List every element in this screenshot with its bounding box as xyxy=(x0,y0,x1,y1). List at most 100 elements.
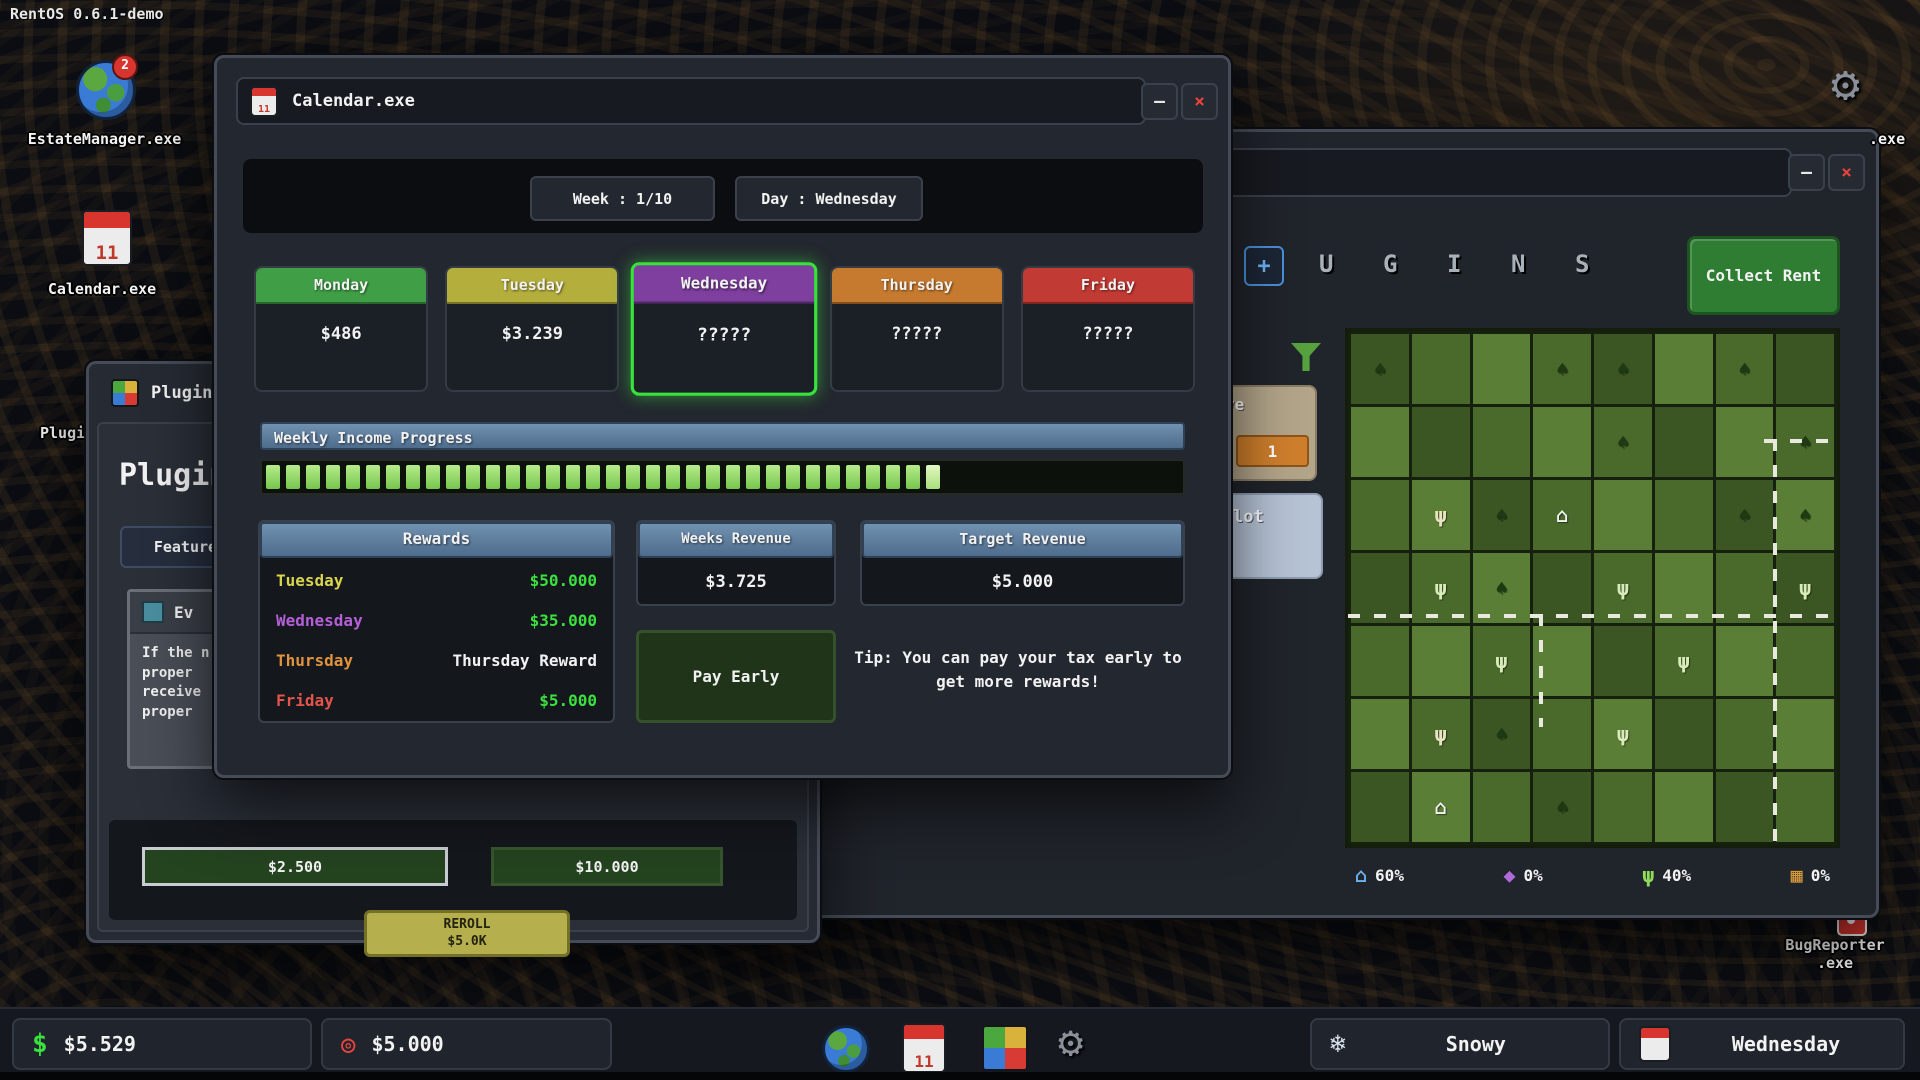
money-panel[interactable]: $ $5.529 xyxy=(12,1018,312,1070)
map-parcel[interactable] xyxy=(1776,334,1834,404)
map-parcel[interactable]: ⌂ xyxy=(1412,772,1470,842)
map-parcel[interactable]: ♠ xyxy=(1594,407,1652,477)
item-count-button[interactable]: 1 xyxy=(1236,435,1309,467)
pay-early-button[interactable]: Pay Early xyxy=(636,630,836,723)
map-parcel[interactable] xyxy=(1655,480,1713,550)
map-parcel[interactable] xyxy=(1594,626,1652,696)
map-parcel[interactable]: ♠ xyxy=(1776,480,1834,550)
map-parcel[interactable] xyxy=(1594,480,1652,550)
day-indicator-button[interactable]: Day : Wednesday xyxy=(735,176,923,221)
map-parcel[interactable] xyxy=(1351,626,1409,696)
taskbar-estate-manager-icon[interactable] xyxy=(822,1025,870,1073)
map-parcel[interactable]: ♠ xyxy=(1351,334,1409,404)
map-parcel[interactable] xyxy=(1473,772,1531,842)
map-parcel[interactable] xyxy=(1655,772,1713,842)
settings-desktop-icon[interactable]: ⚙ xyxy=(1831,56,1860,112)
map-parcel[interactable] xyxy=(1716,553,1774,623)
notification-badge: 2 xyxy=(112,54,138,80)
map-parcel[interactable]: ♠ xyxy=(1716,334,1774,404)
plugins-header-fragment: UGINS xyxy=(1319,250,1639,278)
map-parcel[interactable]: ♠ xyxy=(1473,699,1531,769)
map-parcel[interactable]: ψ xyxy=(1412,553,1470,623)
map-parcel[interactable] xyxy=(1776,699,1834,769)
map-parcel[interactable] xyxy=(1716,626,1774,696)
taskbar-settings-icon[interactable]: ⚙ xyxy=(1058,1017,1083,1066)
buy-plugin-button-right[interactable]: $10.000 xyxy=(491,847,723,886)
map-parcel[interactable] xyxy=(1473,407,1531,477)
map-parcel[interactable]: ♠ xyxy=(1533,334,1591,404)
map-parcel[interactable] xyxy=(1473,334,1531,404)
map-parcel[interactable]: ♠ xyxy=(1716,480,1774,550)
map-parcel[interactable]: ψ xyxy=(1594,553,1652,623)
day-card-wednesday[interactable]: Wednesday????? xyxy=(631,262,818,396)
map-parcel[interactable] xyxy=(1655,699,1713,769)
map-parcel[interactable]: ♠ xyxy=(1533,772,1591,842)
reward-value: $5.000 xyxy=(539,691,597,710)
progress-segment xyxy=(466,465,480,489)
calendar-icon-label: Calendar.exe xyxy=(27,280,177,298)
map-parcel[interactable] xyxy=(1776,626,1834,696)
map-stat: ⌂60% xyxy=(1355,863,1404,887)
map-parcel[interactable]: ψ xyxy=(1473,626,1531,696)
buy-plugin-button-left[interactable]: $2.500 xyxy=(142,847,448,886)
rewards-rows: Tuesday$50.000Wednesday$35.000ThursdayTh… xyxy=(260,558,613,720)
map-parcel[interactable] xyxy=(1351,480,1409,550)
tax-panel[interactable]: ◎ $5.000 xyxy=(321,1018,612,1070)
map-parcel[interactable]: ⌂ xyxy=(1533,480,1591,550)
map-parcel[interactable] xyxy=(1533,407,1591,477)
map-parcel[interactable] xyxy=(1655,553,1713,623)
calendar-close-button[interactable]: × xyxy=(1181,83,1218,120)
target-revenue-header: Target Revenue xyxy=(862,522,1183,558)
map-parcel[interactable] xyxy=(1655,407,1713,477)
map-parcel[interactable] xyxy=(1655,334,1713,404)
map-parcel[interactable] xyxy=(1594,772,1652,842)
map-parcel[interactable] xyxy=(1351,699,1409,769)
map-parcel[interactable] xyxy=(1412,334,1470,404)
target-revenue-value: $5.000 xyxy=(862,558,1183,592)
map-parcel[interactable] xyxy=(1412,626,1470,696)
taskbar-plugins-icon[interactable] xyxy=(982,1025,1028,1071)
map-parcel[interactable]: ψ xyxy=(1594,699,1652,769)
day-card-tuesday[interactable]: Tuesday$3.239 xyxy=(445,266,619,392)
estate-minimize-button[interactable]: – xyxy=(1788,154,1825,191)
map-parcel[interactable] xyxy=(1716,772,1774,842)
day-card-friday[interactable]: Friday????? xyxy=(1021,266,1195,392)
week-indicator-button[interactable]: Week : 1/10 xyxy=(530,176,715,221)
filter-funnel-icon[interactable] xyxy=(1291,343,1321,371)
estate-manager-desktop-icon[interactable]: 2 xyxy=(76,60,130,114)
calendar-minimize-button[interactable]: – xyxy=(1141,83,1178,120)
reroll-button[interactable]: REROLL $5.0K xyxy=(364,910,570,957)
sprout-icon: ψ xyxy=(1617,722,1629,746)
day-cards-row: Monday$486Tuesday$3.239Wednesday?????Thu… xyxy=(254,266,1195,392)
map-parcel[interactable]: ♠ xyxy=(1594,334,1652,404)
map-parcel[interactable] xyxy=(1412,407,1470,477)
map-parcel[interactable] xyxy=(1351,772,1409,842)
calendar-window-titlebar[interactable]: 11 Calendar.exe xyxy=(236,77,1146,125)
reroll-label: REROLL xyxy=(367,917,567,934)
collect-rent-button[interactable]: Collect Rent xyxy=(1687,236,1840,315)
plus-icon[interactable]: + xyxy=(1244,246,1284,286)
map-parcel[interactable] xyxy=(1351,407,1409,477)
map-parcel[interactable] xyxy=(1351,553,1409,623)
map-parcel[interactable]: ψ xyxy=(1412,699,1470,769)
map-parcel[interactable] xyxy=(1533,553,1591,623)
map-parcel[interactable]: ψ xyxy=(1412,480,1470,550)
map-parcel[interactable] xyxy=(1716,699,1774,769)
progress-segment xyxy=(286,465,300,489)
map-parcel[interactable]: ♠ xyxy=(1473,480,1531,550)
estate-close-button[interactable]: × xyxy=(1828,154,1865,191)
map-parcel[interactable]: ♠ xyxy=(1473,553,1531,623)
money-value: $5.529 xyxy=(64,1032,136,1056)
weather-panel[interactable]: ❄ Snowy xyxy=(1310,1018,1610,1070)
day-card-thursday[interactable]: Thursday????? xyxy=(830,266,1004,392)
progress-segment xyxy=(626,465,640,489)
map-parcel[interactable] xyxy=(1776,772,1834,842)
map-parcel[interactable]: ψ xyxy=(1655,626,1713,696)
taskbar-calendar-icon[interactable]: 11 xyxy=(902,1023,946,1073)
day-panel[interactable]: Wednesday xyxy=(1619,1018,1905,1070)
calendar-desktop-icon[interactable]: 11 xyxy=(82,210,132,266)
map-parcel[interactable]: ψ xyxy=(1776,553,1834,623)
progress-segment xyxy=(686,465,700,489)
day-card-value: ????? xyxy=(634,325,814,346)
day-card-monday[interactable]: Monday$486 xyxy=(254,266,428,392)
